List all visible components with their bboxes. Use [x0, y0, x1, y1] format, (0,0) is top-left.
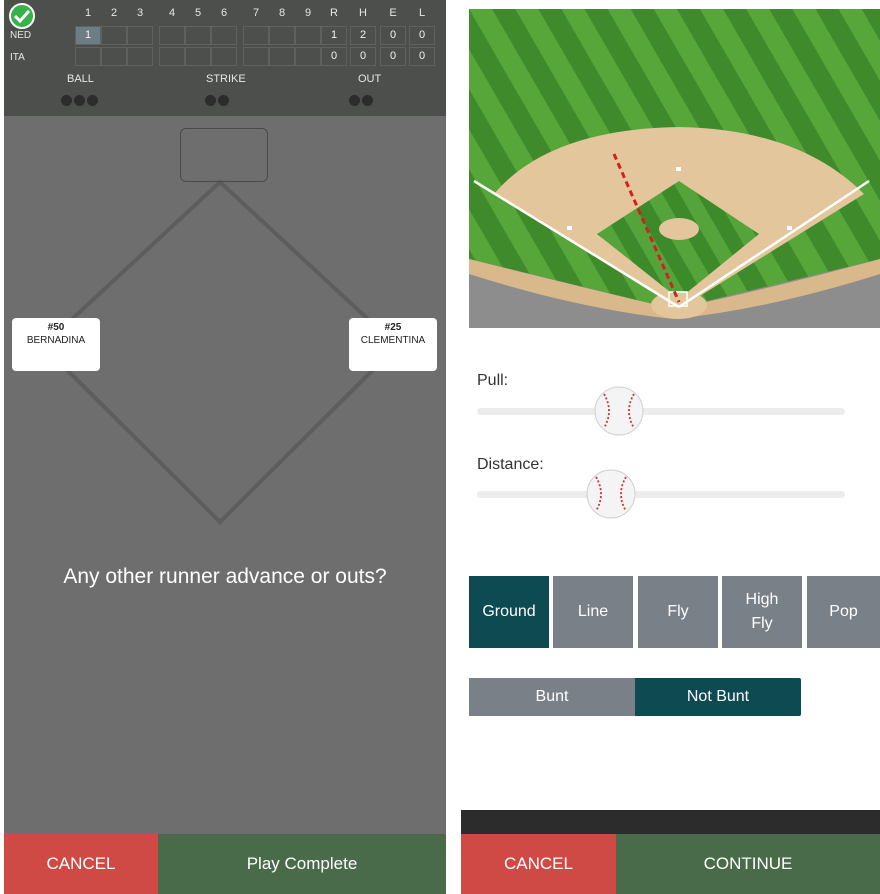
runner-question: Any other runner advance or outs?: [63, 565, 387, 588]
distance-slider-track[interactable]: [477, 491, 845, 498]
pull-label: Pull:: [477, 372, 509, 389]
runner-name: BERNADINA: [26, 335, 86, 346]
base-diamond: [40, 179, 400, 525]
play-result-panel: NED ITA BALL STRIKE OUT 123456789RHEL112…: [4, 0, 446, 894]
continue-button[interactable]: CONTINUE: [616, 834, 880, 894]
hit-details-panel: Pull: Distance: Ground Line Fly High Fly…: [461, 0, 880, 894]
second-base-dropzone[interactable]: [180, 128, 268, 182]
divider-bar: [461, 810, 880, 834]
hit-type-fly-button[interactable]: Fly: [638, 576, 718, 648]
hit-type-ground-button[interactable]: Ground: [469, 576, 549, 648]
runner-number: #25: [384, 322, 402, 333]
play-complete-button[interactable]: Play Complete: [158, 834, 446, 894]
cancel-button[interactable]: CANCEL: [4, 834, 158, 894]
hit-type-pop-button[interactable]: Pop: [807, 576, 880, 648]
hit-type-high-fly-button[interactable]: High Fly: [722, 576, 802, 648]
hit-direction-field[interactable]: [469, 9, 880, 328]
distance-slider-thumb-baseball-icon[interactable]: [586, 469, 636, 519]
runner-card-third-base[interactable]: #50 BERNADINA: [12, 318, 100, 371]
hit-type-line-button[interactable]: Line: [553, 576, 633, 648]
runner-card-first-base[interactable]: #25 CLEMENTINA: [349, 318, 437, 371]
pull-slider-track[interactable]: [477, 408, 845, 415]
runner-name: CLEMENTINA: [360, 335, 426, 346]
runner-number: #50: [47, 322, 65, 333]
pull-slider-thumb-baseball-icon[interactable]: [594, 386, 644, 436]
distance-label: Distance:: [477, 456, 544, 473]
not-bunt-button[interactable]: Not Bunt: [635, 678, 801, 716]
bunt-button[interactable]: Bunt: [469, 678, 635, 716]
cancel-button[interactable]: CANCEL: [461, 834, 616, 894]
